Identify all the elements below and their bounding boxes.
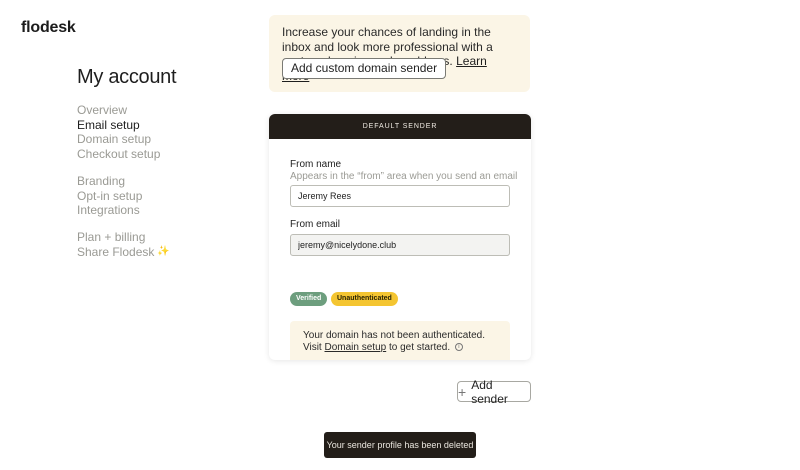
sidebar-item-integrations[interactable]: Integrations — [77, 203, 227, 218]
sidebar-group-account: Plan + billing Share Flodesk ✨ — [77, 230, 227, 259]
domain-auth-notice: Your domain has not been authenticated. … — [290, 321, 510, 360]
add-sender-button[interactable]: + Add sender — [457, 378, 531, 406]
sidebar-group-setup: Overview Email setup Domain setup Checko… — [77, 103, 227, 162]
notice-text-after: to get started. — [386, 341, 451, 353]
toast-notification: Your sender profile has been deleted — [324, 432, 476, 458]
domain-setup-link[interactable]: Domain setup — [325, 342, 387, 353]
sidebar-item-branding[interactable]: Branding — [77, 174, 227, 189]
plus-icon: + — [458, 383, 467, 400]
page-title: My account — [77, 66, 177, 88]
account-sidebar: Overview Email setup Domain setup Checko… — [77, 103, 227, 271]
default-sender-card: DEFAULT SENDER From name Appears in the … — [269, 114, 531, 360]
unauthenticated-badge: Unauthenticated — [331, 292, 398, 306]
sidebar-item-share-flodesk[interactable]: Share Flodesk ✨ — [77, 245, 227, 260]
sidebar-group-brand: Branding Opt-in setup Integrations — [77, 174, 227, 218]
verified-badge: Verified — [290, 292, 328, 306]
sidebar-item-email-setup[interactable]: Email setup — [77, 118, 227, 133]
sparkle-icon: ✨ — [157, 245, 170, 257]
from-name-hint: Appears in the “from” area when you send… — [290, 171, 518, 182]
from-email-label: From email — [290, 219, 341, 230]
sidebar-item-checkout-setup[interactable]: Checkout setup — [77, 147, 227, 162]
add-sender-label: Add sender — [471, 377, 508, 406]
from-name-label: From name — [290, 159, 342, 170]
from-email-input[interactable] — [290, 234, 510, 256]
card-header: DEFAULT SENDER — [269, 114, 531, 139]
sidebar-item-plan-billing[interactable]: Plan + billing — [77, 230, 227, 245]
sidebar-item-domain-setup[interactable]: Domain setup — [77, 132, 227, 147]
sidebar-item-overview[interactable]: Overview — [77, 103, 227, 118]
sidebar-item-opt-in-setup[interactable]: Opt-in setup — [77, 189, 227, 204]
from-name-input[interactable] — [290, 185, 510, 207]
info-icon[interactable]: i — [454, 342, 463, 351]
custom-domain-banner: Increase your chances of landing in the … — [269, 15, 530, 92]
add-custom-domain-sender-button[interactable]: Add custom domain sender — [282, 58, 447, 79]
sidebar-item-label: Share Flodesk — [77, 244, 155, 259]
flodesk-logo[interactable]: flodesk — [21, 19, 76, 37]
